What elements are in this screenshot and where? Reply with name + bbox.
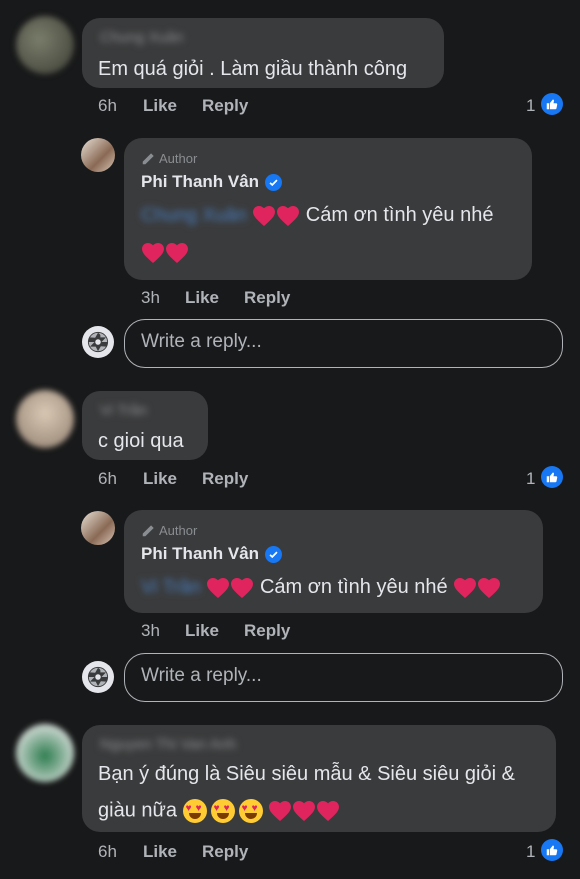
author-avatar[interactable]: [81, 138, 115, 172]
reaction-count[interactable]: 1: [526, 96, 535, 116]
heart-icon: [478, 577, 501, 598]
heart-eyes-icon: ♥ ♥: [238, 799, 263, 823]
like-button[interactable]: Like: [143, 842, 177, 862]
reply-author-row: Phi Thanh Vân: [141, 172, 283, 192]
commenter-avatar[interactable]: [16, 390, 74, 448]
reply-time[interactable]: 3h: [141, 288, 160, 308]
like-icon: [541, 839, 563, 861]
reply-text: Chung Xuân Cám ơn tình yêu nhé: [141, 204, 493, 227]
heart-icon: [207, 577, 230, 598]
like-button[interactable]: Like: [185, 621, 219, 641]
reply-button[interactable]: Reply: [244, 288, 290, 308]
reply-input-placeholder: Write a reply...: [141, 331, 262, 352]
reply-button[interactable]: Reply: [202, 96, 248, 116]
heart-eyes-icon: ♥ ♥: [182, 799, 207, 823]
author-tag-label: Author: [159, 523, 198, 538]
like-button[interactable]: Like: [143, 96, 177, 116]
commenter-avatar[interactable]: [16, 724, 74, 782]
reply-input-placeholder: Write a reply...: [141, 665, 262, 686]
reaction-count[interactable]: 1: [526, 842, 535, 862]
reply-message: Cám ơn tình yêu nhé: [305, 204, 494, 226]
comment-time[interactable]: 6h: [98, 842, 117, 862]
heart-icon: [269, 801, 292, 821]
reaction-count[interactable]: 1: [526, 469, 535, 489]
verified-icon: [265, 173, 283, 191]
heart-icon: [293, 801, 316, 821]
reply-author-name[interactable]: Phi Thanh Vân: [141, 172, 259, 192]
comment-bubble: Vi Trần c gioi qua: [82, 391, 208, 460]
commenter-name[interactable]: Vi Trần: [100, 402, 147, 419]
comment-bubble: Chung Xuân Em quá giỏi . Làm giầu thành …: [82, 18, 444, 88]
comment-time[interactable]: 6h: [98, 469, 117, 489]
reply-input[interactable]: Write a reply...: [124, 319, 563, 368]
heart-icon: [317, 801, 340, 821]
comment-text: Em quá giỏi . Làm giầu thành công: [98, 58, 408, 80]
like-icon: [541, 93, 563, 115]
commenter-avatar[interactable]: [16, 16, 74, 74]
heart-icon: [253, 205, 276, 226]
user-avatar: [82, 661, 114, 693]
commenter-name[interactable]: Chung Xuân: [100, 29, 183, 46]
mention-tag[interactable]: Vi Trần: [141, 577, 201, 598]
heart-icon: [277, 205, 300, 226]
heart-row: [141, 242, 189, 264]
heart-icon: [166, 243, 188, 263]
like-icon: [541, 466, 563, 488]
user-avatar: [82, 326, 114, 358]
author-badge: Author: [141, 151, 197, 166]
reply-input[interactable]: Write a reply...: [124, 653, 563, 702]
pen-icon: [142, 524, 154, 536]
reply-author-name[interactable]: Phi Thanh Vân: [141, 544, 259, 564]
reply-message: Cám ơn tình yêu nhé: [259, 576, 448, 598]
author-tag-label: Author: [159, 151, 198, 166]
comment-text: c gioi qua: [98, 430, 184, 452]
comment-text-line2-row: giàu nữa ♥ ♥ ♥ ♥ ♥ ♥: [98, 799, 340, 823]
heart-eyes-icon: ♥ ♥: [210, 799, 235, 823]
author-avatar[interactable]: [81, 511, 115, 545]
heart-icon: [454, 577, 477, 598]
reply-text: Vi Trần Cám ơn tình yêu nhé: [141, 576, 501, 599]
mention-tag[interactable]: Chung Xuân: [141, 205, 247, 226]
reply-bubble: Author Phi Thanh Vân Vi Trần Cám ơn tình…: [124, 510, 543, 613]
reply-author-row: Phi Thanh Vân: [141, 544, 283, 564]
author-badge: Author: [141, 523, 197, 538]
pen-icon: [142, 152, 154, 164]
comment-time[interactable]: 6h: [98, 96, 117, 116]
like-button[interactable]: Like: [143, 469, 177, 489]
commenter-name[interactable]: Nguyen Thi Van Anh: [100, 736, 236, 753]
like-button[interactable]: Like: [185, 288, 219, 308]
comment-text-line2: giàu nữa: [98, 799, 178, 822]
comment-text-line1: Bạn ý đúng là Siêu siêu mẫu & Siêu siêu …: [98, 763, 515, 785]
reply-button[interactable]: Reply: [244, 621, 290, 641]
reply-bubble: Author Phi Thanh Vân Chung Xuân Cám ơn t…: [124, 138, 532, 280]
reply-button[interactable]: Reply: [202, 842, 248, 862]
verified-icon: [265, 545, 283, 563]
heart-icon: [142, 243, 164, 263]
comment-bubble: Nguyen Thi Van Anh Bạn ý đúng là Siêu si…: [82, 725, 556, 832]
reply-button[interactable]: Reply: [202, 469, 248, 489]
reply-time[interactable]: 3h: [141, 621, 160, 641]
heart-icon: [231, 577, 254, 598]
